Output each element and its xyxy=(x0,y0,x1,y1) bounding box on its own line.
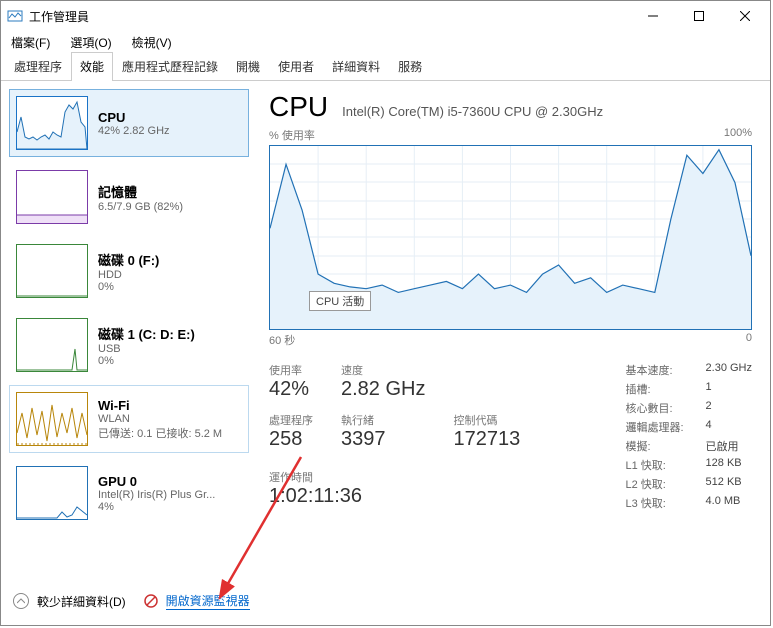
chart-y-max: 100% xyxy=(724,127,752,143)
uptime-value: 1:02:11:36 xyxy=(269,485,520,508)
tab-processes[interactable]: 處理程序 xyxy=(5,52,71,80)
l2-value: 512 KB xyxy=(706,476,752,492)
sidebar-item-sub: HDD xyxy=(98,269,159,281)
handles-value: 172713 xyxy=(453,428,520,451)
sidebar-item-sub: 42% 2.82 GHz xyxy=(98,125,170,137)
sockets-value: 1 xyxy=(706,381,752,397)
fewer-details-button[interactable]: 較少詳細資料(D) xyxy=(37,593,126,610)
l3-value: 4.0 MB xyxy=(706,495,752,511)
tab-details[interactable]: 詳細資料 xyxy=(323,52,389,80)
sockets-label: 插槽: xyxy=(625,381,683,397)
cores-value: 2 xyxy=(706,400,752,416)
app-icon xyxy=(7,8,23,24)
disk1-thumb xyxy=(16,318,88,372)
chart-y-label: % 使用率 xyxy=(269,127,315,143)
tab-history[interactable]: 應用程式歷程記錄 xyxy=(113,52,227,80)
l2-label: L2 快取: xyxy=(625,476,683,492)
menu-view[interactable]: 檢視(V) xyxy=(126,32,178,53)
l1-label: L1 快取: xyxy=(625,457,683,473)
base-speed-value: 2.30 GHz xyxy=(706,362,752,378)
uptime-label: 運作時間 xyxy=(269,469,520,485)
sidebar-item-cpu[interactable]: CPU 42% 2.82 GHz xyxy=(9,89,249,157)
memory-thumb xyxy=(16,170,88,224)
wifi-thumb xyxy=(16,392,88,446)
util-value: 42% xyxy=(269,378,313,401)
sidebar-item-label: 磁碟 1 (C: D: E:) xyxy=(98,324,195,343)
gpu-thumb xyxy=(16,466,88,520)
chart-x-left: 60 秒 xyxy=(269,332,295,348)
open-resource-monitor-link[interactable]: 開啟資源監視器 xyxy=(166,592,250,610)
sidebar-item-value: 0% xyxy=(98,281,159,293)
sidebar-item-value: 4% xyxy=(98,501,215,513)
stats: 使用率42% 速度2.82 GHz 處理程序258 執行緒3397 控制代碼17… xyxy=(269,362,752,511)
sidebar-item-sub: USB xyxy=(98,343,195,355)
speed-value: 2.82 GHz xyxy=(341,378,425,401)
sidebar-item-label: 磁碟 0 (F:) xyxy=(98,250,159,269)
sidebar-item-wifi[interactable]: Wi-Fi WLAN 已傳送: 0.1 已接收: 5.2 M xyxy=(9,385,249,453)
sidebar-item-value: 已傳送: 0.1 已接收: 5.2 M xyxy=(98,425,222,441)
titlebar: 工作管理員 xyxy=(1,1,770,31)
chart-tooltip: CPU 活動 xyxy=(309,291,371,311)
tab-performance[interactable]: 效能 xyxy=(71,52,113,80)
main: CPU Intel(R) Core(TM) i5-7360U CPU @ 2.3… xyxy=(255,81,770,625)
cpu-thumb xyxy=(16,96,88,150)
window-close-button[interactable] xyxy=(722,1,768,31)
sidebar-item-disk0[interactable]: 磁碟 0 (F:) HDD 0% xyxy=(9,237,249,305)
window-title: 工作管理員 xyxy=(29,8,89,25)
sidebar-item-label: CPU xyxy=(98,110,170,125)
speed-label: 速度 xyxy=(341,362,425,378)
logical-label: 邏輯處理器: xyxy=(625,419,683,435)
menu-options[interactable]: 選項(O) xyxy=(64,32,117,53)
chevron-up-icon[interactable] xyxy=(13,593,29,609)
threads-label: 執行緒 xyxy=(341,412,425,428)
body: CPU 42% 2.82 GHz 記憶體 6.5/7.9 GB (82%) xyxy=(1,81,770,625)
sidebar-item-value: 0% xyxy=(98,355,195,367)
handles-label: 控制代碼 xyxy=(453,412,520,428)
sidebar-item-gpu0[interactable]: GPU 0 Intel(R) Iris(R) Plus Gr... 4% xyxy=(9,459,249,527)
sidebar-item-sub: WLAN xyxy=(98,413,222,425)
tab-users[interactable]: 使用者 xyxy=(269,52,323,80)
stats-right: 基本速度: 2.30 GHz 插槽: 1 核心數目: 2 邏輯處理器: 4 模擬: 已啟用… xyxy=(625,362,752,511)
sidebar-item-label: 記憶體 xyxy=(98,182,183,201)
util-label: 使用率 xyxy=(269,362,313,378)
sidebar: CPU 42% 2.82 GHz 記憶體 6.5/7.9 GB (82%) xyxy=(1,81,255,625)
l1-value: 128 KB xyxy=(706,457,752,473)
tabbar: 處理程序 效能 應用程式歷程記錄 開機 使用者 詳細資料 服務 xyxy=(1,53,770,81)
cores-label: 核心數目: xyxy=(625,400,683,416)
window-minimize-button[interactable] xyxy=(630,1,676,31)
chart-x-right: 0 xyxy=(746,332,752,348)
page-title: CPU xyxy=(269,91,328,123)
proc-label: 處理程序 xyxy=(269,412,313,428)
virt-value: 已啟用 xyxy=(706,438,752,454)
base-speed-label: 基本速度: xyxy=(625,362,683,378)
tab-startup[interactable]: 開機 xyxy=(227,52,269,80)
sidebar-item-sub: Intel(R) Iris(R) Plus Gr... xyxy=(98,489,215,501)
cpu-model: Intel(R) Core(TM) i5-7360U CPU @ 2.30GHz xyxy=(342,104,603,119)
menu-file[interactable]: 檔案(F) xyxy=(5,32,56,53)
virt-label: 模擬: xyxy=(625,438,683,454)
sidebar-item-sub: 6.5/7.9 GB (82%) xyxy=(98,201,183,213)
proc-value: 258 xyxy=(269,428,313,451)
sidebar-item-label: Wi-Fi xyxy=(98,398,222,413)
window-maximize-button[interactable] xyxy=(676,1,722,31)
resource-monitor-icon xyxy=(144,594,158,608)
sidebar-item-disk1[interactable]: 磁碟 1 (C: D: E:) USB 0% xyxy=(9,311,249,379)
sidebar-item-label: GPU 0 xyxy=(98,474,215,489)
l3-label: L3 快取: xyxy=(625,495,683,511)
threads-value: 3397 xyxy=(341,428,425,451)
sidebar-item-memory[interactable]: 記憶體 6.5/7.9 GB (82%) xyxy=(9,163,249,231)
logical-value: 4 xyxy=(706,419,752,435)
disk0-thumb xyxy=(16,244,88,298)
footer: 較少詳細資料(D) 開啟資源監視器 xyxy=(5,583,766,619)
menubar: 檔案(F) 選項(O) 檢視(V) xyxy=(1,31,770,53)
tab-services[interactable]: 服務 xyxy=(389,52,431,80)
